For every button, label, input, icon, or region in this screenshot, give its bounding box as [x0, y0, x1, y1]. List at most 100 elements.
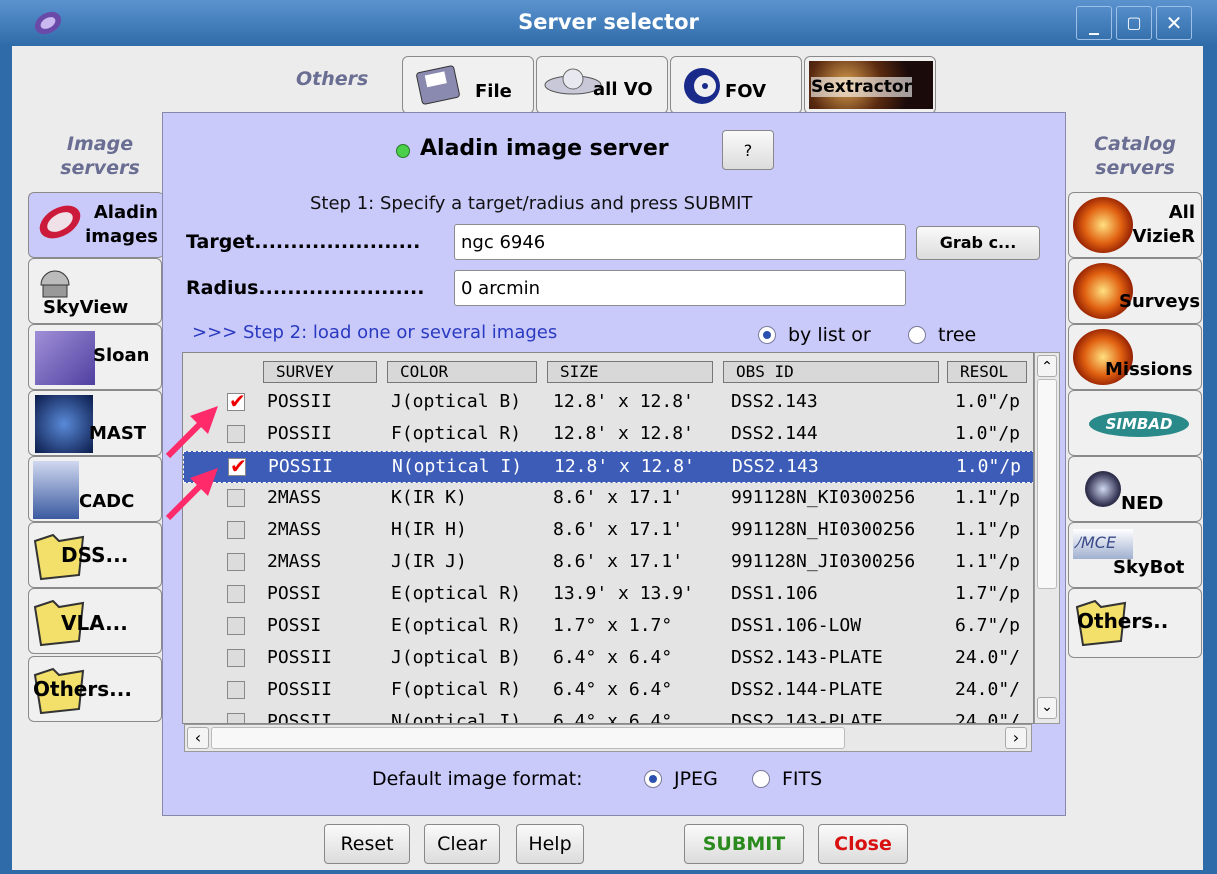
- sidebar-item-ned[interactable]: NED: [1068, 456, 1202, 522]
- jpeg-radio[interactable]: [644, 770, 662, 788]
- cell-obsid: 991128N_JI0300256: [731, 551, 916, 572]
- table-row[interactable]: 2MASS J(IR J) 8.6' x 17.1' 991128N_JI030025…: [183, 547, 1033, 579]
- tab-fov[interactable]: FOV: [670, 56, 802, 114]
- table-row[interactable]: ✔ POSSII N(optical I) 12.8' x 12.8' DSS2.143…: [183, 451, 1033, 483]
- sidebar-item-vizier[interactable]: All VizieR: [1068, 192, 1202, 258]
- floppy-disk-icon: [416, 65, 460, 105]
- tab-sextractor[interactable]: Sextractor: [804, 56, 936, 114]
- table-row[interactable]: 2MASS K(IR K) 8.6' x 17.1' 991128N_KI030025…: [183, 483, 1033, 515]
- column-header-resol[interactable]: RESOL: [947, 361, 1027, 383]
- column-header-color[interactable]: COLOR: [387, 361, 537, 383]
- sidebar-item-label: Others...: [33, 677, 132, 701]
- cell-size: 13.9' x 13.9': [553, 583, 694, 604]
- cell-obsid: DSS2.143: [732, 456, 819, 477]
- sidebar-item-label: Missions: [1105, 359, 1193, 380]
- table-row[interactable]: POSSII J(optical B) 6.4° x 6.4° DSS2.143-PL…: [183, 643, 1033, 675]
- sidebar-item-sloan[interactable]: Sloan: [28, 324, 162, 390]
- table-row[interactable]: POSSI E(optical R) 1.7° x 1.7° DSS1.106-LOW…: [183, 611, 1033, 643]
- fits-radio[interactable]: [752, 770, 770, 788]
- column-header-obs-id[interactable]: OBS ID: [723, 361, 939, 383]
- close-window-button[interactable]: ✕: [1156, 6, 1192, 40]
- cell-survey: POSSII: [267, 391, 333, 412]
- row-checkbox[interactable]: [227, 489, 245, 507]
- sidebar-item-others[interactable]: Others...: [28, 656, 162, 722]
- maximize-button[interactable]: ▢: [1116, 6, 1152, 40]
- image-list-table[interactable]: SURVEY COLOR SIZE OBS ID RESOL ✔ POSSII J(…: [182, 352, 1034, 724]
- table-row[interactable]: POSSII F(optical R) 6.4° x 6.4° DSS2.144-PL…: [183, 675, 1033, 707]
- sidebar-item-dss[interactable]: DSS...: [28, 522, 162, 588]
- table-row[interactable]: ✔ POSSII J(optical B) 12.8' x 12.8' DSS2.143…: [183, 387, 1033, 419]
- sidebar-item-surveys[interactable]: Surveys: [1068, 258, 1202, 324]
- row-checkbox[interactable]: ✔: [227, 389, 246, 413]
- cell-obsid: DSS2.143: [731, 391, 818, 412]
- sidebar-item-missions[interactable]: Missions: [1068, 324, 1202, 390]
- target-label: Target.......................: [186, 231, 421, 253]
- scroll-left-arrow-icon[interactable]: ‹: [187, 727, 209, 749]
- horizontal-scrollbar[interactable]: ‹ ›: [184, 724, 1032, 752]
- table-row[interactable]: POSSII N(optical I) 6.4° x 6.4° DSS2.143-PL…: [183, 707, 1033, 723]
- column-header-survey[interactable]: SURVEY: [263, 361, 377, 383]
- clear-button[interactable]: Clear: [424, 824, 500, 864]
- cell-resol: 1.0"/p: [956, 456, 1022, 477]
- sidebar-item-label: Others..: [1077, 609, 1169, 633]
- cell-color: J(optical B): [391, 391, 522, 412]
- tree-radio[interactable]: [908, 326, 926, 344]
- sidebar-item-aladin-images[interactable]: Aladin images: [28, 192, 164, 258]
- radius-input[interactable]: [454, 270, 906, 306]
- row-checkbox[interactable]: [227, 617, 245, 635]
- sidebar-item-simbad[interactable]: SIMBAD: [1068, 390, 1202, 456]
- help-question-button[interactable]: ?: [722, 130, 774, 170]
- sidebar-item-label: VLA...: [61, 611, 128, 635]
- cell-resol: 1.0"/p: [955, 423, 1021, 444]
- sidebar-item-cadc[interactable]: CADC: [28, 456, 162, 522]
- sidebar-item-label: CADC: [79, 491, 135, 512]
- tab-all-vo-label: all VO: [593, 79, 653, 100]
- sidebar-item-label: Sloan: [93, 345, 150, 366]
- column-header-size[interactable]: SIZE: [547, 361, 713, 383]
- scroll-up-arrow-icon[interactable]: ⌃: [1037, 355, 1057, 377]
- sidebar-item-mast[interactable]: MAST: [28, 390, 162, 456]
- cell-size: 6.4° x 6.4°: [553, 679, 673, 700]
- cell-survey: POSSII: [267, 679, 333, 700]
- scroll-down-arrow-icon[interactable]: ⌄: [1037, 697, 1057, 719]
- sidebar-item-catalog-others[interactable]: Others..: [1068, 588, 1202, 658]
- sidebar-item-skyview[interactable]: SkyView: [28, 258, 162, 324]
- sidebar-item-skybot[interactable]: ﾉMCE SkyBot: [1068, 522, 1202, 588]
- close-button[interactable]: Close: [818, 824, 908, 864]
- vertical-scrollbar[interactable]: ⌃ ⌄: [1034, 352, 1060, 724]
- cell-obsid: DSS2.144: [731, 423, 818, 444]
- row-checkbox[interactable]: [227, 681, 245, 699]
- tab-all-vo[interactable]: all VO: [536, 56, 668, 114]
- cell-color: J(IR J): [391, 551, 467, 572]
- table-row[interactable]: 2MASS H(IR H) 8.6' x 17.1' 991128N_HI030025…: [183, 515, 1033, 547]
- reset-button[interactable]: Reset: [324, 824, 410, 864]
- horizontal-scroll-thumb[interactable]: [211, 727, 845, 749]
- grab-coordinates-button[interactable]: Grab c...: [916, 226, 1040, 260]
- sidebar-item-label: SkyView: [43, 297, 129, 318]
- sidebar-item-vla[interactable]: VLA...: [28, 588, 162, 654]
- row-checkbox[interactable]: [227, 713, 245, 723]
- cell-color: E(optical R): [391, 615, 522, 636]
- row-checkbox[interactable]: [227, 521, 245, 539]
- target-input[interactable]: [454, 224, 906, 260]
- title-bar[interactable]: Server selector _ ▢ ✕: [0, 0, 1217, 46]
- tab-file[interactable]: File: [402, 56, 534, 114]
- cell-color: H(IR H): [391, 519, 467, 540]
- row-checkbox[interactable]: [227, 425, 245, 443]
- table-row[interactable]: POSSII F(optical R) 12.8' x 12.8' DSS2.144 1…: [183, 419, 1033, 451]
- minimize-button[interactable]: _: [1076, 6, 1112, 40]
- cell-obsid: DSS2.143-PLATE: [731, 647, 883, 668]
- row-checkbox[interactable]: [227, 649, 245, 667]
- row-checkbox[interactable]: [227, 553, 245, 571]
- image-servers-header-line2: servers: [60, 157, 140, 179]
- submit-button[interactable]: SUBMIT: [684, 824, 804, 864]
- table-row[interactable]: POSSI E(optical R) 13.9' x 13.9' DSS1.106 1.…: [183, 579, 1033, 611]
- by-list-radio[interactable]: [758, 326, 776, 344]
- help-button[interactable]: Help: [516, 824, 584, 864]
- scroll-right-arrow-icon[interactable]: ›: [1005, 727, 1027, 749]
- row-checkbox[interactable]: ✔: [228, 454, 247, 478]
- ned-icon: [1085, 471, 1121, 507]
- row-checkbox[interactable]: [227, 585, 245, 603]
- vertical-scroll-thumb[interactable]: [1037, 379, 1057, 589]
- cell-resol: 1.0"/p: [955, 391, 1021, 412]
